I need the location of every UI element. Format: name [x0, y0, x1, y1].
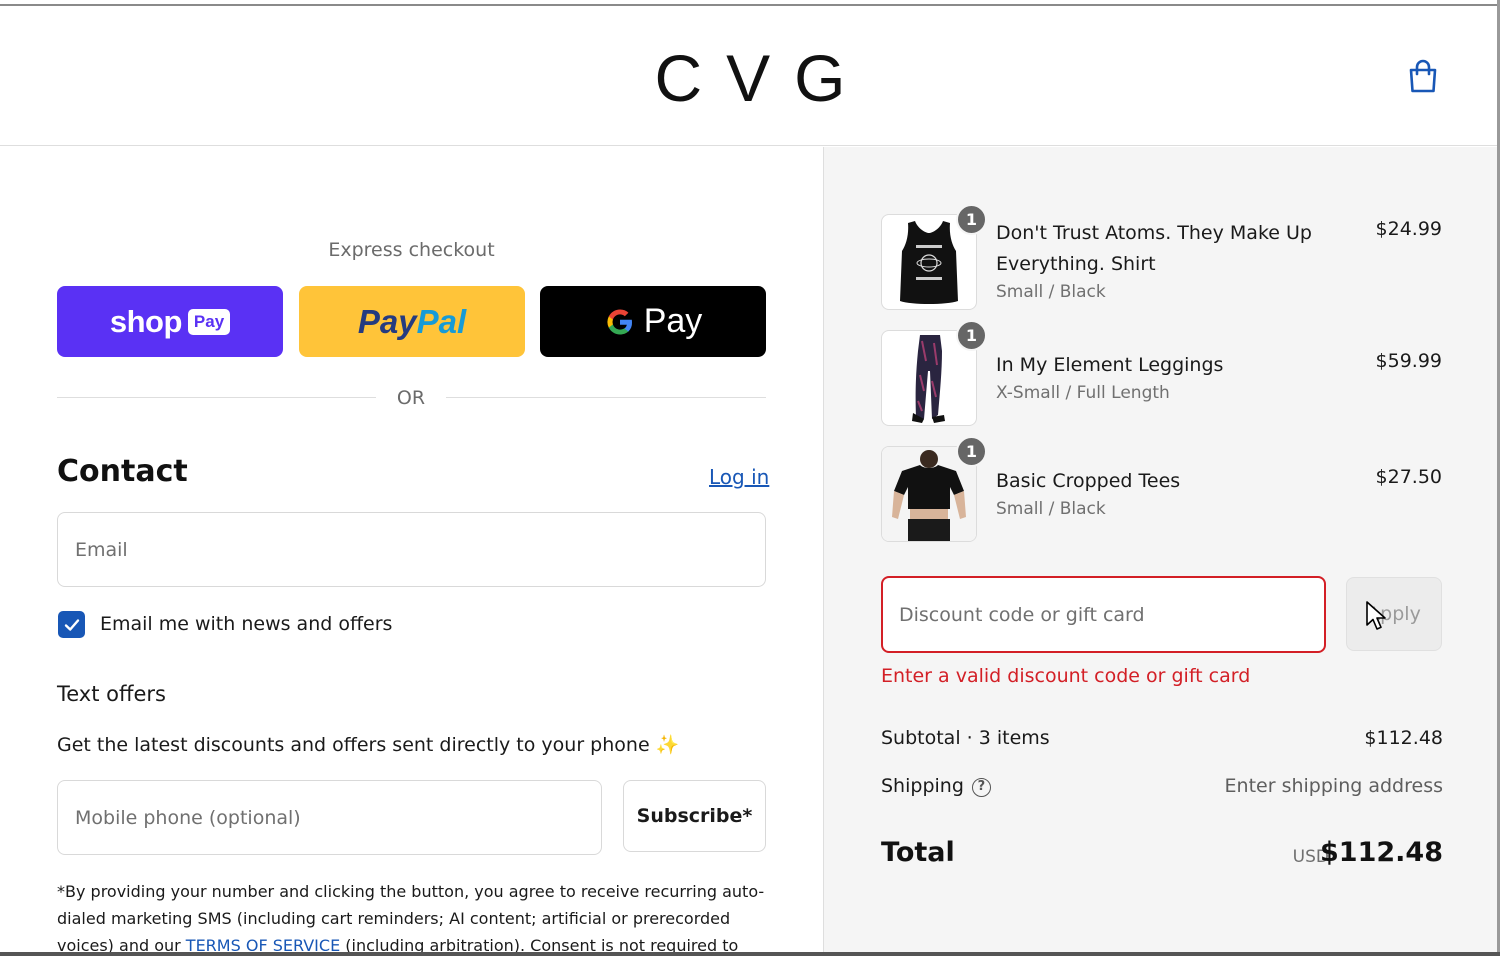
item-variant: Small / Black	[996, 499, 1106, 519]
text-offers-heading: Text offers	[57, 682, 166, 706]
product-thumbnail: 1	[881, 436, 987, 542]
checkout-form-panel: Express checkout shop Pay PayPal Pay OR …	[0, 147, 823, 956]
line-item: 1 In My Element Leggings X-Small / Full …	[881, 320, 1442, 426]
total-value: $112.48	[1320, 837, 1443, 868]
text-offers-description: Get the latest discounts and offers sent…	[57, 734, 680, 756]
item-name: Basic Cropped Tees	[996, 470, 1181, 492]
mouse-cursor-icon	[1366, 601, 1386, 630]
or-divider-text: OR	[396, 387, 426, 409]
paypal-button[interactable]: PayPal	[299, 286, 525, 357]
line-item: 1 Don't Trust Atoms. They Make Up Everyt…	[881, 204, 1442, 310]
express-checkout-title: Express checkout	[328, 239, 495, 261]
checkmark-icon	[64, 618, 79, 631]
email-field[interactable]	[58, 513, 765, 586]
subtotal-label: Subtotal · 3 items	[881, 727, 1050, 749]
sms-legal-text: *By providing your number and clicking t…	[57, 882, 765, 955]
discount-field-wrapper	[881, 576, 1326, 653]
shop-pay-button[interactable]: shop Pay	[57, 286, 283, 357]
shop-pay-badge: Pay	[187, 308, 231, 335]
google-pay-button[interactable]: Pay	[540, 286, 766, 357]
shipping-value: Enter shipping address	[1224, 775, 1443, 797]
log-in-link[interactable]: Log in	[709, 465, 769, 489]
paypal-logo: PayPal	[357, 302, 467, 340]
discount-error-message: Enter a valid discount code or gift card	[881, 665, 1251, 687]
subscribe-button[interactable]: Subscribe*	[623, 780, 766, 852]
site-header: CVG	[0, 6, 1500, 146]
help-circle-icon[interactable]: ?	[971, 778, 991, 797]
news-offers-label[interactable]: Email me with news and offers	[100, 613, 392, 635]
shop-pay-word: shop	[109, 303, 183, 339]
quantity-badge: 1	[956, 204, 987, 235]
item-name: Don't Trust Atoms. They Make Up Everythi…	[996, 222, 1312, 275]
shipping-label: Shipping	[881, 775, 964, 797]
item-price: $59.99	[1375, 350, 1442, 372]
product-thumbnail: 1	[881, 204, 987, 310]
discount-code-input[interactable]	[883, 578, 1324, 651]
quantity-badge: 1	[956, 320, 987, 351]
window-bottom-border	[0, 952, 1500, 956]
mobile-phone-field[interactable]	[58, 781, 601, 854]
apply-discount-button[interactable]: Apply	[1346, 577, 1442, 651]
item-name: In My Element Leggings	[996, 354, 1224, 376]
email-field-wrapper	[57, 512, 766, 587]
or-divider-right	[446, 397, 766, 398]
quantity-badge: 1	[956, 436, 987, 467]
contact-heading: Contact	[57, 454, 188, 489]
item-variant: Small / Black	[996, 282, 1106, 302]
news-offers-checkbox[interactable]	[58, 611, 85, 638]
product-thumbnail: 1	[881, 320, 987, 426]
store-logo[interactable]: CVG	[0, 40, 1500, 116]
total-label: Total	[881, 837, 955, 868]
or-divider-left	[57, 397, 376, 398]
line-item: 1 Basic Cropped Tees Small / Black $27.5…	[881, 436, 1442, 542]
subtotal-value: $112.48	[1364, 727, 1443, 749]
shipping-row-label: Shipping?	[881, 775, 991, 797]
item-price: $24.99	[1375, 218, 1442, 240]
shopping-bag-icon[interactable]	[1406, 58, 1440, 94]
google-g-icon	[607, 308, 632, 335]
phone-field-wrapper	[57, 780, 602, 855]
google-pay-word: Pay	[643, 302, 703, 340]
item-variant: X-Small / Full Length	[996, 383, 1170, 403]
order-summary-panel: 1 Don't Trust Atoms. They Make Up Everyt…	[823, 147, 1500, 956]
item-price: $27.50	[1375, 466, 1442, 488]
